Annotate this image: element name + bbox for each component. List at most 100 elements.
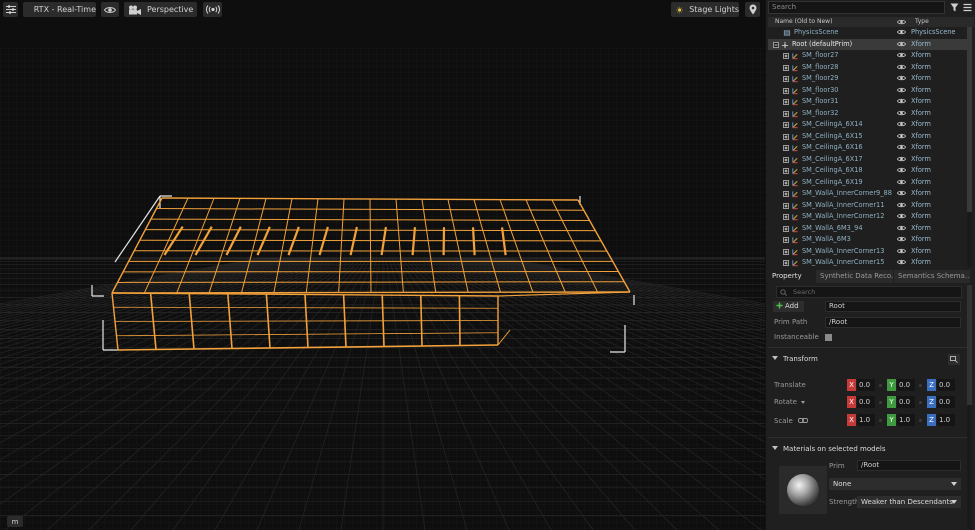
visibility-eye-icon[interactable] <box>897 259 906 265</box>
rotate-label[interactable]: Rotate <box>774 398 806 406</box>
materials-section-header[interactable]: Materials on selected models <box>769 443 962 455</box>
camera-button[interactable]: Perspective <box>124 2 197 17</box>
instanceable-checkbox[interactable] <box>825 334 832 341</box>
expand-toggle-icon[interactable] <box>783 53 789 59</box>
viewport-scene[interactable] <box>0 0 765 530</box>
visibility-eye-icon[interactable] <box>897 225 906 231</box>
translate-y-field[interactable]: 0.0 <box>897 379 915 391</box>
stage-tree-row[interactable]: SM_CeilingA_6X14 Xform <box>768 119 967 131</box>
property-scrollbar-thumb[interactable] <box>967 285 972 405</box>
expand-toggle-icon[interactable] <box>783 202 789 209</box>
scale-y-field[interactable]: 1.0 <box>897 414 915 426</box>
expand-toggle-icon[interactable] <box>783 133 789 140</box>
stage-tree-row[interactable]: SM_WallA_InnerCorner9_88 Xform <box>768 188 967 200</box>
transform-options-button[interactable] <box>948 354 960 365</box>
stage-tree-row[interactable]: SM_WallA_6M3_94 Xform <box>768 223 967 235</box>
stage-tree-row[interactable]: SM_WallA_6M3 Xform <box>768 234 967 246</box>
visibility-eye-icon[interactable] <box>897 41 906 47</box>
visibility-eye-icon[interactable] <box>897 110 906 116</box>
link-icon[interactable] <box>798 417 809 424</box>
expand-toggle-icon[interactable] <box>783 156 789 163</box>
viewport-mode-badge[interactable]: m <box>7 516 23 527</box>
stage-tree-row[interactable]: SM_floor28 Xform <box>768 62 967 74</box>
add-button[interactable]: Add <box>773 301 804 312</box>
broadcast-button[interactable] <box>203 2 222 17</box>
material-prim-field[interactable]: /Root <box>857 460 961 471</box>
visibility-eye-icon[interactable] <box>897 236 906 242</box>
prim-name-field[interactable]: Root <box>825 301 961 312</box>
stage-tree-row[interactable]: Root (defaultPrim) Xform <box>768 38 967 50</box>
stage-tree-row[interactable]: SM_floor29 Xform <box>768 73 967 85</box>
visibility-eye-icon[interactable] <box>897 121 906 127</box>
tab-property[interactable]: Property <box>768 270 815 283</box>
viewport-settings-button[interactable] <box>3 2 18 17</box>
expand-toggle-icon[interactable] <box>783 110 789 117</box>
expand-toggle-icon[interactable] <box>783 122 789 128</box>
translate-x-field[interactable]: 0.0 <box>857 379 875 391</box>
visibility-eye-icon[interactable] <box>897 64 906 70</box>
rotate-z-field[interactable]: 0.0 <box>937 396 955 408</box>
visibility-eye-icon[interactable] <box>897 167 906 173</box>
expand-toggle-icon[interactable] <box>783 87 789 94</box>
filter-icon[interactable] <box>950 3 959 12</box>
tab-synthetic-data-recorder[interactable]: Synthetic Data Reco... <box>816 270 893 283</box>
scale-x-field[interactable]: 1.0 <box>857 414 875 426</box>
stage-tree-row[interactable]: SM_WallA_InnerCorner15 Xform <box>768 257 967 267</box>
stage-tree-row[interactable]: SM_CeilingA_6X17 Xform <box>768 154 967 166</box>
stage-lights-button[interactable]: Stage Lights <box>671 2 739 17</box>
stage-tree-row[interactable]: SM_CeilingA_6X16 Xform <box>768 142 967 154</box>
expand-toggle-icon[interactable] <box>783 237 789 243</box>
expand-toggle-icon[interactable] <box>783 214 789 220</box>
expand-toggle-icon[interactable] <box>783 64 789 71</box>
visibility-eye-icon[interactable] <box>897 133 906 139</box>
stage-tree-row[interactable]: SM_WallA_InnerCorner11 Xform <box>768 200 967 212</box>
rotate-y-field[interactable]: 0.0 <box>897 396 915 408</box>
stage-tree-row[interactable]: SM_floor27 Xform <box>768 50 967 62</box>
collapse-toggle-icon[interactable] <box>773 41 779 48</box>
expand-toggle-icon[interactable] <box>783 145 789 151</box>
stage-tree[interactable]: PhysicsScene PhysicsScene Root (defaultPri… <box>768 27 967 267</box>
visibility-eye-icon[interactable] <box>897 213 906 219</box>
stage-tree-row[interactable]: SM_floor31 Xform <box>768 96 967 108</box>
visibility-eye-icon[interactable] <box>897 248 906 254</box>
visibility-eye-icon[interactable] <box>897 29 906 35</box>
visibility-eye-icon[interactable] <box>897 190 906 196</box>
visibility-eye-icon[interactable] <box>897 52 906 58</box>
menu-icon[interactable] <box>963 3 972 12</box>
visibility-button[interactable] <box>101 2 119 17</box>
expand-toggle-icon[interactable] <box>783 248 789 255</box>
expand-toggle-icon[interactable] <box>783 179 789 186</box>
stage-tree-row[interactable]: SM_floor32 Xform <box>768 108 967 120</box>
tab-semantics-schema[interactable]: Semantics Schema... <box>894 270 970 283</box>
strength-dropdown[interactable]: Weaker than Descendants <box>857 496 961 508</box>
expand-toggle-icon[interactable] <box>783 191 789 197</box>
visibility-eye-icon[interactable] <box>897 75 906 81</box>
scale-z-field[interactable]: 1.0 <box>937 414 955 426</box>
name-column-header[interactable]: Name (Old to New) <box>775 18 832 25</box>
rotate-order-dropdown-icon[interactable] <box>801 401 806 404</box>
prim-path-field[interactable]: /Root <box>825 317 961 328</box>
visibility-eye-icon[interactable] <box>897 87 906 93</box>
expand-toggle-icon[interactable] <box>783 76 789 82</box>
expand-toggle-icon[interactable] <box>783 168 789 174</box>
stage-tree-row[interactable]: SM_WallA_InnerCorner12 Xform <box>768 211 967 223</box>
stage-search-input[interactable]: Search <box>768 1 945 14</box>
location-button[interactable] <box>745 2 760 17</box>
property-search-input[interactable]: Search <box>776 286 962 298</box>
visibility-eye-icon[interactable] <box>897 202 906 208</box>
viewport[interactable]: RTX - Real-Time Perspective Stage Lights… <box>0 0 765 530</box>
material-dropdown[interactable]: None <box>829 478 961 490</box>
visibility-eye-icon[interactable] <box>897 98 906 104</box>
transform-section-header[interactable]: Transform <box>769 353 962 365</box>
stage-tree-row[interactable]: SM_CeilingA_6X19 Xform <box>768 177 967 189</box>
stage-scrollbar-thumb[interactable] <box>967 27 972 212</box>
expand-toggle-icon[interactable] <box>783 225 789 232</box>
type-column-header[interactable]: Type <box>915 18 929 25</box>
stage-tree-row[interactable]: SM_CeilingA_6X15 Xform <box>768 131 967 143</box>
expand-toggle-icon[interactable] <box>783 260 789 266</box>
stage-scrollbar[interactable] <box>967 27 972 267</box>
stage-tree-row[interactable]: SM_CeilingA_6X18 Xform <box>768 165 967 177</box>
visibility-eye-icon[interactable] <box>897 179 906 185</box>
renderer-button[interactable]: RTX - Real-Time <box>23 2 96 17</box>
rotate-x-field[interactable]: 0.0 <box>857 396 875 408</box>
